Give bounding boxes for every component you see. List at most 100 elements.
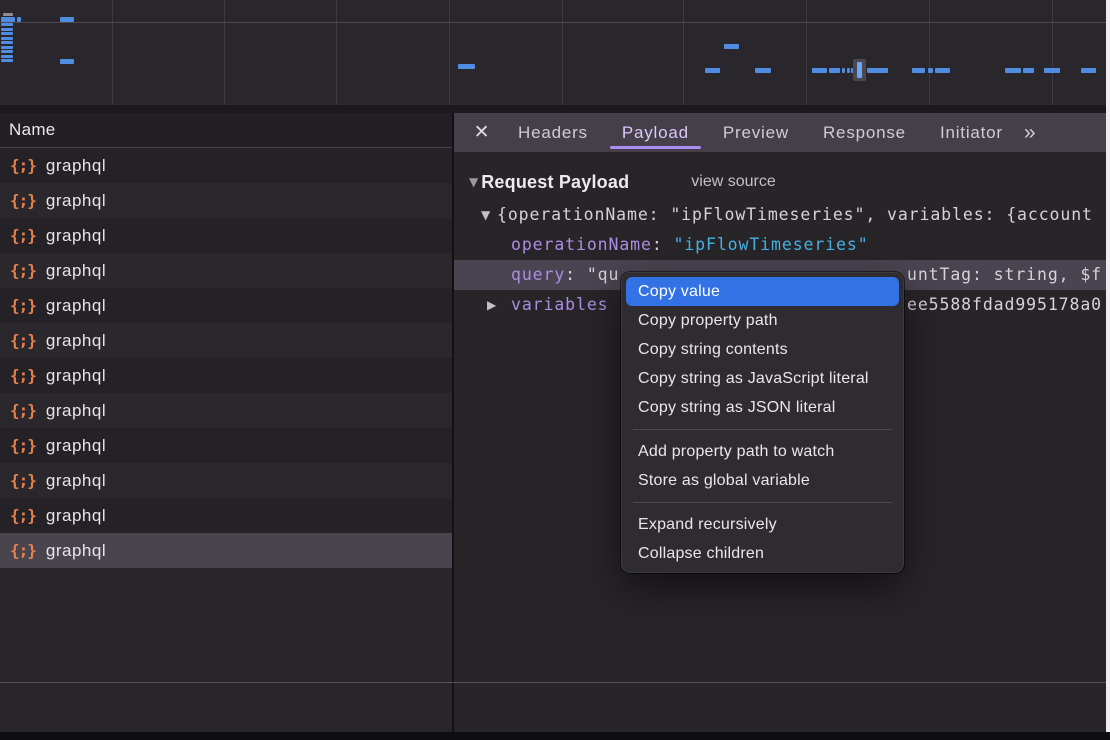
request-name: graphql	[46, 401, 106, 421]
request-bar[interactable]	[912, 68, 925, 73]
expanded-triangle-icon[interactable]: ▼	[481, 200, 491, 230]
request-row[interactable]: {;} graphql	[0, 463, 452, 498]
request-bar[interactable]	[812, 68, 827, 73]
json-braces-icon: {;}	[10, 331, 36, 350]
tab-preview[interactable]: Preview	[706, 113, 806, 152]
request-name: graphql	[46, 156, 106, 176]
devtools-network-panel: Name {;}graphql{;}graphql{;}graphql{;}gr…	[0, 0, 1110, 740]
request-bar[interactable]	[1, 59, 13, 62]
request-row[interactable]: {;}graphql	[0, 288, 452, 323]
request-name: graphql	[46, 366, 106, 386]
request-bar[interactable]	[1, 17, 15, 22]
menu-item-add-property-path-to-watch[interactable]: Add property path to watch	[626, 437, 899, 466]
timeline-gridline	[112, 0, 113, 105]
request-bar[interactable]	[755, 68, 771, 73]
request-bar[interactable]	[17, 17, 21, 22]
network-overview[interactable]	[0, 0, 1110, 105]
menu-item-store-as-global-variable[interactable]: Store as global variable	[626, 466, 899, 495]
menu-item-copy-string-as-json-literal[interactable]: Copy string as JSON literal	[626, 393, 899, 422]
request-bar[interactable]	[1, 37, 13, 40]
request-row[interactable]: {;}graphql	[0, 148, 452, 183]
request-bar[interactable]	[458, 64, 475, 69]
request-row[interactable]: {;}graphql	[0, 323, 452, 358]
request-bar[interactable]	[829, 68, 840, 73]
request-bar[interactable]	[1, 28, 13, 31]
request-name: graphql	[46, 226, 106, 246]
request-name: graphql	[46, 436, 106, 456]
request-row[interactable]: {;}graphql	[0, 358, 452, 393]
json-braces-icon: {;}	[10, 401, 36, 420]
overview-bottom-strip	[0, 105, 1110, 113]
menu-item-collapse-children[interactable]: Collapse children	[626, 539, 899, 568]
timeline-gridline	[562, 0, 563, 105]
collapse-triangle-icon[interactable]: ▼	[469, 175, 478, 189]
tree-row[interactable]: operationName: "ipFlowTimeseries"	[454, 230, 1110, 260]
request-row[interactable]: {;} graphql	[0, 393, 452, 428]
request-row[interactable]: {;}graphql	[0, 498, 452, 533]
request-bar[interactable]	[1, 23, 13, 26]
request-bar[interactable]	[724, 44, 739, 49]
request-bar[interactable]	[1, 55, 13, 58]
pending-request-bar	[3, 13, 13, 16]
tree-row-text: query: "qu	[511, 260, 619, 290]
request-name: graphql	[46, 191, 106, 211]
request-bar[interactable]	[1081, 68, 1096, 73]
more-tabs-icon[interactable]: »	[1024, 121, 1036, 145]
json-preview-text: "qu	[587, 265, 620, 284]
timeline-gridline	[224, 0, 225, 105]
timeline-gridline	[683, 0, 684, 105]
request-row[interactable]: {;}graphql	[0, 533, 452, 568]
json-braces-icon: {;}	[10, 471, 36, 490]
tab-initiator[interactable]: Initiator	[923, 113, 1020, 152]
request-row[interactable]: {;}graphql	[0, 428, 452, 463]
request-name: graphql	[46, 296, 106, 316]
menu-item-expand-recursively[interactable]: Expand recursively	[626, 510, 899, 539]
collapsed-triangle-icon[interactable]: ▶	[487, 290, 497, 320]
request-bar[interactable]	[1, 50, 13, 53]
request-payload-title: Request Payload	[481, 172, 629, 193]
menu-separator	[633, 429, 892, 430]
request-bar[interactable]	[1044, 68, 1060, 73]
tab-headers[interactable]: Headers	[501, 113, 605, 152]
request-row[interactable]: {;}graphql	[0, 218, 452, 253]
menu-item-copy-value[interactable]: Copy value	[626, 277, 899, 306]
request-name: graphql	[46, 471, 106, 491]
request-bar[interactable]	[1, 46, 13, 49]
view-source-link[interactable]: view source	[691, 173, 775, 191]
menu-item-copy-string-as-javascript-literal[interactable]: Copy string as JavaScript literal	[626, 364, 899, 393]
request-bar[interactable]	[60, 59, 74, 64]
request-row[interactable]: {;}graphql	[0, 253, 452, 288]
close-icon[interactable]: ✕	[467, 121, 497, 144]
menu-item-copy-property-path[interactable]: Copy property path	[626, 306, 899, 335]
request-bar[interactable]	[928, 68, 933, 73]
menu-item-copy-string-contents[interactable]: Copy string contents	[626, 335, 899, 364]
tree-row-text: variables	[511, 290, 609, 320]
timeline-gridline	[1052, 0, 1053, 105]
window-bottom-edge	[0, 732, 1110, 740]
json-key: query	[511, 265, 565, 284]
request-bar[interactable]	[705, 68, 720, 73]
request-bar[interactable]	[1, 41, 13, 44]
request-bar[interactable]	[1023, 68, 1034, 73]
request-bar[interactable]	[847, 68, 850, 73]
window-right-edge	[1106, 0, 1110, 740]
request-bar[interactable]	[935, 68, 950, 73]
request-row[interactable]: {;}graphql	[0, 183, 452, 218]
footer-divider	[0, 682, 1110, 683]
request-bar[interactable]	[867, 68, 888, 73]
request-bar[interactable]	[1, 32, 13, 35]
name-column-header[interactable]: Name	[0, 113, 452, 148]
request-bar[interactable]	[60, 17, 74, 22]
request-bar[interactable]	[1005, 68, 1021, 73]
tree-row-text: {operationName: "ipFlowTimeseries", vari…	[497, 200, 1093, 230]
json-string-value: "ipFlowTimeseries"	[674, 235, 869, 254]
json-preview-text: :	[565, 265, 587, 284]
name-column-label: Name	[9, 120, 56, 139]
request-name: graphql	[46, 506, 106, 526]
request-bar[interactable]	[842, 68, 845, 73]
tab-payload[interactable]: Payload	[605, 113, 706, 152]
details-tabbar: ✕ HeadersPayloadPreviewResponseInitiator…	[454, 113, 1110, 152]
tree-row[interactable]: ▼{operationName: "ipFlowTimeseries", var…	[454, 200, 1110, 230]
tab-response[interactable]: Response	[806, 113, 923, 152]
menu-separator	[633, 502, 892, 503]
